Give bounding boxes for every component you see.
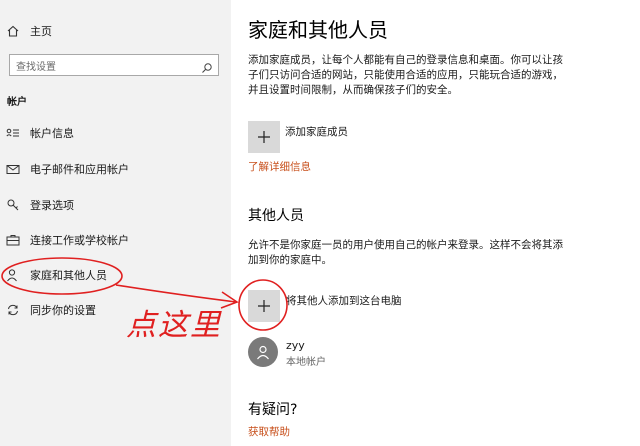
add-other-user-button[interactable]	[248, 290, 280, 322]
sidebar-home-label: 主页	[30, 25, 52, 38]
user-name[interactable]: zyy	[286, 339, 305, 352]
account-info-icon	[6, 126, 20, 140]
sidebar-item-label: 同步你的设置	[30, 304, 96, 317]
plus-icon	[258, 131, 270, 143]
annotation-text: 点这里	[126, 308, 222, 343]
page-title: 家庭和其他人员	[248, 18, 388, 42]
learn-more-link[interactable]: 了解详细信息	[248, 159, 311, 174]
briefcase-icon	[6, 233, 20, 247]
sync-icon	[6, 303, 20, 317]
person-icon	[6, 268, 20, 282]
add-family-member-button[interactable]	[248, 121, 280, 153]
sidebar-item-family[interactable]: 家庭和其他人员	[0, 260, 231, 290]
get-help-link[interactable]: 获取帮助	[248, 424, 290, 439]
main-content: 家庭和其他人员 添加家庭成员，让每个人都能有自己的登录信息和桌面。你可以让孩子们…	[231, 0, 640, 446]
add-other-user-label[interactable]: 将其他人添加到这台电脑	[286, 293, 402, 308]
user-avatar-icon	[257, 345, 269, 360]
section-title: 帐户	[7, 97, 27, 108]
sidebar-item-email[interactable]: 电子邮件和应用帐户	[0, 154, 231, 184]
avatar[interactable]	[248, 337, 278, 367]
sidebar-item-account-info[interactable]: 帐户信息	[0, 118, 231, 148]
mail-icon	[6, 162, 20, 176]
sidebar-item-work-school[interactable]: 连接工作或学校帐户	[0, 225, 231, 255]
add-family-member-label[interactable]: 添加家庭成员	[285, 124, 348, 139]
sidebar-item-label: 家庭和其他人员	[30, 269, 107, 282]
other-people-title: 其他人员	[248, 208, 304, 224]
other-people-description: 允许不是你家庭一员的用户使用自己的帐户来登录。这样不会将其添加到你的家庭中。	[248, 239, 563, 266]
settings-search[interactable]	[9, 54, 219, 78]
home-icon	[6, 24, 20, 38]
sidebar-item-signin[interactable]: 登录选项	[0, 190, 231, 220]
sidebar-item-label: 帐户信息	[30, 127, 74, 140]
key-icon	[6, 198, 20, 212]
sidebar-item-label: 连接工作或学校帐户	[30, 234, 129, 247]
help-title: 有疑问?	[248, 402, 298, 418]
family-description: 添加家庭成员，让每个人都能有自己的登录信息和桌面。你可以让孩子们只访问合适的网站…	[248, 54, 563, 96]
sidebar-item-label: 登录选项	[30, 199, 74, 212]
plus-icon	[258, 300, 270, 312]
search-icon[interactable]	[201, 59, 213, 73]
settings-sidebar: 主页 帐户 帐户信息 电子邮件和应用帐户 登录选项 连接工作或学校帐户	[0, 0, 231, 446]
search-input[interactable]	[10, 57, 196, 78]
sidebar-item-label: 电子邮件和应用帐户	[30, 163, 129, 176]
user-account-type: 本地帐户	[286, 357, 326, 368]
sidebar-home[interactable]: 主页	[0, 16, 231, 46]
